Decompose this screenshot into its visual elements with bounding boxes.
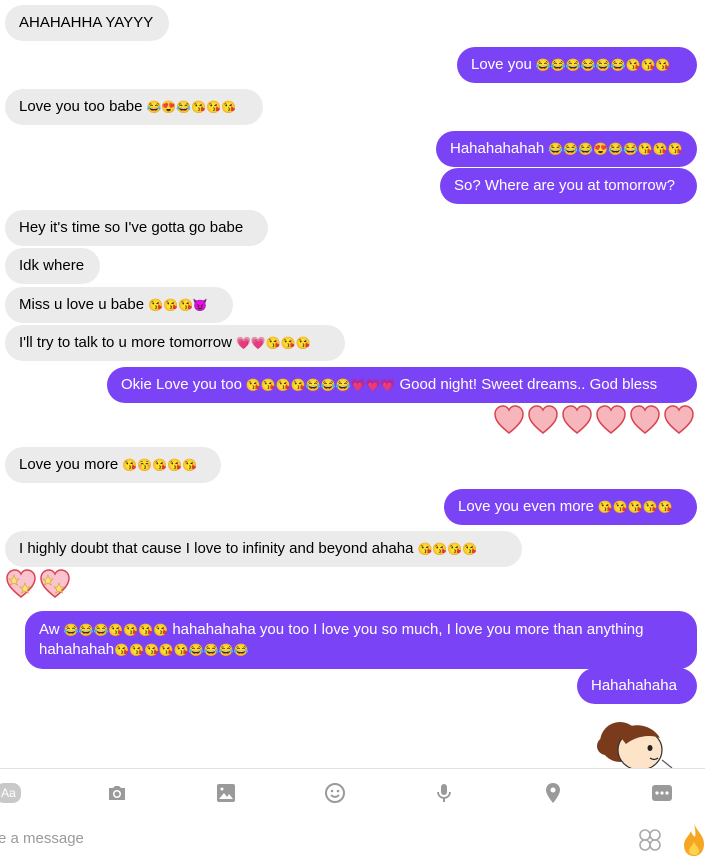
sparkle-heart-icon <box>6 569 36 598</box>
text-format-icon[interactable]: Aa <box>0 783 21 803</box>
emoji-row: 😘😘😘😘😘😂😂😂😂 <box>114 643 249 658</box>
sticker-icon[interactable] <box>638 828 662 852</box>
emoji-row: 😘😚😘😘😘 <box>122 458 197 473</box>
location-icon[interactable] <box>541 781 565 805</box>
more-icon[interactable] <box>650 781 674 805</box>
message-text: Hahahahaha <box>591 677 677 694</box>
emoji-icon[interactable] <box>323 781 347 805</box>
message-bubble[interactable]: Hey it's time so I've gotta go babe <box>5 210 268 246</box>
message-input[interactable]: e a message <box>0 830 84 847</box>
heart-emoji-row <box>493 404 695 436</box>
message-input-bar: e a message <box>0 816 705 864</box>
heart-icon <box>494 405 524 434</box>
message-text: Love you too babe <box>19 98 143 115</box>
emoji-row: 😘😘😘😘😘 <box>597 500 673 515</box>
heart-icon <box>630 405 660 434</box>
message-text: So? Where are you at tomorrow? <box>454 177 675 194</box>
message-text-2: hahahahaha you too I love you so much, I… <box>172 621 644 638</box>
sparkle-heart-icon <box>40 569 70 598</box>
message-text: Hey it's time so I've gotta go babe <box>19 219 244 236</box>
message-bubble[interactable]: Love you 😂😂😂😂😂😂😘😘😘 <box>457 47 697 83</box>
message-text: I highly doubt that cause I love to infi… <box>19 540 414 557</box>
message-bubble[interactable]: Aw 😂😂😂😘😘😘😘 hahahahaha you too I love you … <box>25 611 697 670</box>
message-text: Love you more <box>19 456 119 473</box>
message-bubble[interactable]: Miss u love u babe 😘😘😘😈 <box>5 287 233 323</box>
message-bubble[interactable]: Love you too babe 😂😍😂😘😘😘 <box>5 89 263 125</box>
emoji-row: 💗💗😘😘😘 <box>235 336 311 351</box>
message-text: Love you <box>471 56 532 73</box>
message-bubble[interactable]: Hahahahahah 😂😂😂😍😂😂😘😘😘 <box>436 131 697 167</box>
message-bubble[interactable]: I'll try to talk to u more tomorrow 💗💗😘😘😘 <box>5 325 345 361</box>
heart-icon <box>562 405 592 434</box>
aa-label: Aa <box>1 786 16 800</box>
message-text-2: Good night! Sweet dreams.. God bless <box>399 376 658 393</box>
emoji-row: 😂😂😂😍😂😂😘😘😘 <box>548 142 683 157</box>
girl-sticker[interactable] <box>596 716 676 768</box>
message-text: Idk where <box>19 257 85 274</box>
message-text: I'll try to talk to u more tomorrow <box>19 334 232 351</box>
emoji-row: 😂😂😂😘😘😘😘 <box>63 623 169 638</box>
message-bubble[interactable]: AHAHAHHA YAYYY <box>5 5 169 41</box>
message-text: Aw <box>39 621 60 638</box>
message-text: Okie Love you too <box>121 376 242 393</box>
message-bubble[interactable]: Love you even more 😘😘😘😘😘 <box>444 489 697 525</box>
emoji-row: 😂😍😂😘😘😘 <box>146 100 237 115</box>
message-text: AHAHAHHA YAYYY <box>19 14 154 31</box>
like-flame-icon[interactable] <box>682 822 705 858</box>
message-text-3: hahahahah <box>39 641 115 659</box>
heart-icon <box>596 405 626 434</box>
message-text: Miss u love u babe <box>19 296 145 313</box>
microphone-icon[interactable] <box>432 781 456 805</box>
message-text: Hahahahahah <box>450 140 545 157</box>
image-icon[interactable] <box>214 781 238 805</box>
emoji-row: 😂😂😂😂😂😂😘😘😘 <box>535 58 671 73</box>
heart-icon <box>664 405 694 434</box>
composer-toolbar: Aa <box>0 768 705 817</box>
heart-icon <box>528 405 558 434</box>
message-bubble[interactable]: Hahahahaha <box>577 668 697 704</box>
emoji-row: 😘😘😘😘 <box>417 542 478 557</box>
message-bubble[interactable]: Okie Love you too 😘😘😘😘😂😂😂💗💗💗 Good night! … <box>107 367 697 403</box>
message-bubble[interactable]: Love you more 😘😚😘😘😘 <box>5 447 221 483</box>
sparkle-heart-row <box>5 568 71 600</box>
message-bubble[interactable]: So? Where are you at tomorrow? <box>440 168 697 204</box>
emoji-row: 😘😘😘😘😂😂😂💗💗💗 <box>245 378 396 393</box>
emoji-row: 😘😘😘😈 <box>148 298 208 313</box>
message-bubble[interactable]: Idk where <box>5 248 100 284</box>
camera-icon[interactable] <box>105 781 129 805</box>
message-bubble[interactable]: I highly doubt that cause I love to infi… <box>5 531 522 567</box>
message-text: Love you even more <box>458 498 594 515</box>
